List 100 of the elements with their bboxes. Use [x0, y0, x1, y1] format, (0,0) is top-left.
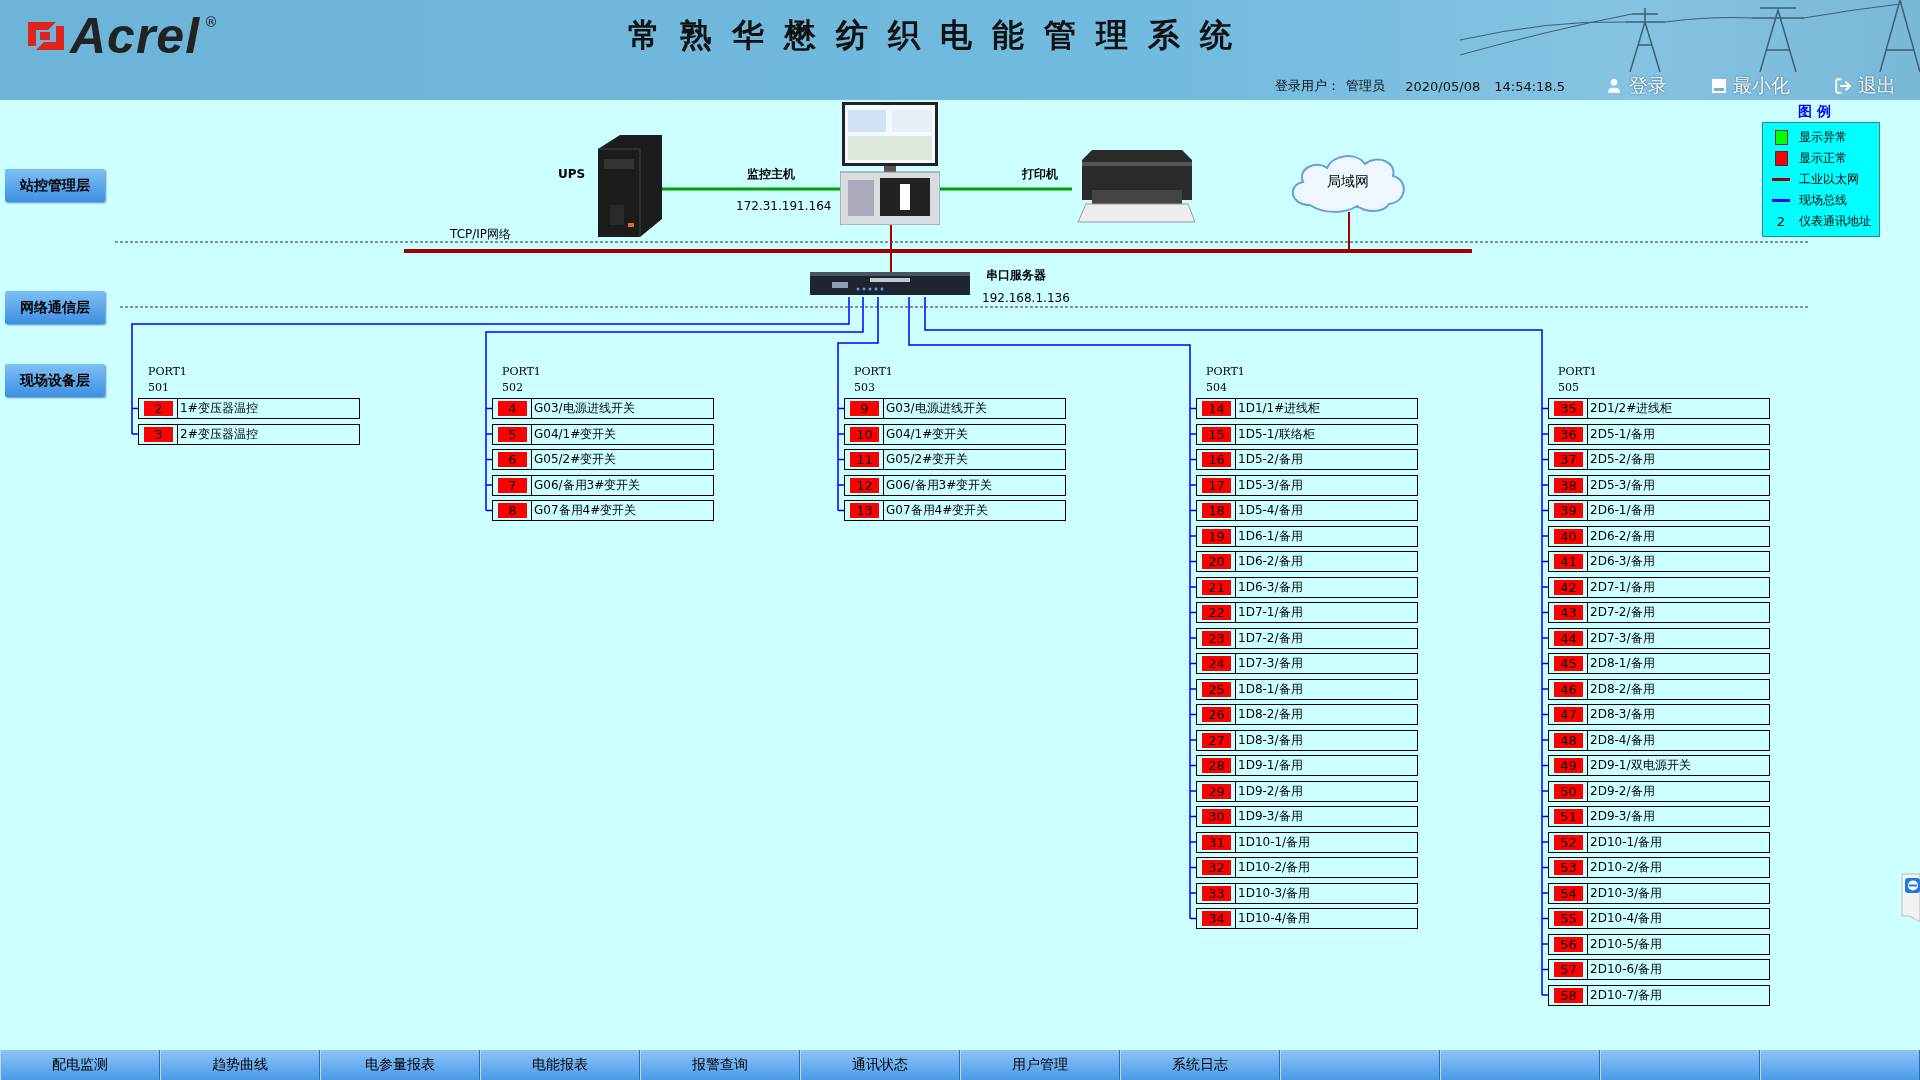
- device-row[interactable]: 6 G05/2#变开关: [492, 449, 714, 470]
- device-name: 1D10-3/备用: [1235, 883, 1311, 903]
- nav-tab[interactable]: 电能报表: [480, 1050, 640, 1080]
- device-row[interactable]: 5 G04/1#变开关: [492, 423, 714, 445]
- device-row[interactable]: 27 1D8-3/备用: [1196, 729, 1418, 751]
- nav-tab[interactable]: 报警查询: [640, 1050, 800, 1080]
- device-row[interactable]: 18 1D5-4/备用: [1196, 500, 1418, 521]
- ups-label: UPS: [558, 167, 586, 181]
- device-address: 4: [498, 401, 527, 416]
- device-row[interactable]: 19 1D6-1/备用: [1196, 525, 1418, 547]
- device-row[interactable]: 49 2D9-1/双电源开关: [1548, 755, 1770, 776]
- device-name: 2D8-3/备用: [1587, 705, 1655, 724]
- device-address: 10: [850, 426, 879, 442]
- device-row[interactable]: 58 2D10-7/备用: [1548, 984, 1770, 1006]
- device-row[interactable]: 12 G06/备用3#变开关: [844, 474, 1066, 496]
- device-row[interactable]: 23 1D7-2/备用: [1196, 627, 1418, 649]
- device-name: G04/1#变开关: [531, 424, 617, 444]
- device-row[interactable]: 51 2D9-3/备用: [1548, 806, 1770, 827]
- device-row[interactable]: 8 G07备用4#变开关: [492, 500, 714, 521]
- device-name: 2D5-2/备用: [1587, 450, 1655, 469]
- device-row[interactable]: 57 2D10-6/备用: [1548, 959, 1770, 980]
- device-name: 1D9-1/备用: [1235, 756, 1303, 775]
- device-row[interactable]: 10 G04/1#变开关: [844, 423, 1066, 445]
- layer-button[interactable]: 网络通信层: [5, 291, 105, 324]
- device-name: G06/备用3#变开关: [883, 475, 993, 495]
- device-row[interactable]: 25 1D8-1/备用: [1196, 678, 1418, 700]
- device-row[interactable]: 44 2D7-3/备用: [1548, 627, 1770, 649]
- device-row[interactable]: 40 2D6-2/备用: [1548, 525, 1770, 547]
- device-address: 17: [1202, 477, 1231, 493]
- device-address: 33: [1202, 885, 1231, 901]
- device-address: 7: [498, 477, 527, 493]
- nav-tab[interactable]: 用户管理: [960, 1050, 1120, 1080]
- device-row[interactable]: 38 2D5-3/备用: [1548, 474, 1770, 496]
- device-row[interactable]: 43 2D7-2/备用: [1548, 602, 1770, 623]
- device-row[interactable]: 47 2D8-3/备用: [1548, 704, 1770, 725]
- device-row[interactable]: 34 1D10-4/备用: [1196, 908, 1418, 929]
- nav-tab[interactable]: 配电监测: [0, 1050, 160, 1080]
- device-name: 1D9-3/备用: [1235, 807, 1303, 826]
- device-row[interactable]: 50 2D9-2/备用: [1548, 780, 1770, 802]
- device-row[interactable]: 7 G06/备用3#变开关: [492, 474, 714, 496]
- device-row[interactable]: 20 1D6-2/备用: [1196, 551, 1418, 572]
- device-row[interactable]: 46 2D8-2/备用: [1548, 678, 1770, 700]
- device-address: 5: [498, 426, 527, 442]
- device-row[interactable]: 29 1D9-2/备用: [1196, 780, 1418, 802]
- device-address: 3: [144, 426, 173, 442]
- device-row[interactable]: 55 2D10-4/备用: [1548, 908, 1770, 929]
- device-row[interactable]: 54 2D10-3/备用: [1548, 882, 1770, 904]
- device-name: 1D8-3/备用: [1235, 730, 1303, 750]
- device-name: 1D7-1/备用: [1235, 603, 1303, 622]
- device-row[interactable]: 32 1D10-2/备用: [1196, 857, 1418, 878]
- device-name: 1D10-1/备用: [1235, 832, 1311, 852]
- device-row[interactable]: 17 1D5-3/备用: [1196, 474, 1418, 496]
- host-ip: 172.31.191.164: [736, 199, 832, 213]
- device-row[interactable]: 28 1D9-1/备用: [1196, 755, 1418, 776]
- layer-button[interactable]: 现场设备层: [5, 364, 105, 397]
- device-address: 54: [1554, 885, 1583, 901]
- nav-tab[interactable]: 趋势曲线: [160, 1050, 320, 1080]
- device-address: 19: [1202, 528, 1231, 544]
- device-row[interactable]: 35 2D1/2#进线柜: [1548, 398, 1770, 419]
- device-row[interactable]: 31 1D10-1/备用: [1196, 831, 1418, 853]
- nav-tab[interactable]: 系统日志: [1120, 1050, 1280, 1080]
- device-row[interactable]: 33 1D10-3/备用: [1196, 882, 1418, 904]
- device-row[interactable]: 39 2D6-1/备用: [1548, 500, 1770, 521]
- device-name: 2D7-1/备用: [1587, 577, 1655, 597]
- device-row[interactable]: 21 1D6-3/备用: [1196, 576, 1418, 598]
- device-address: 40: [1554, 528, 1583, 544]
- device-row[interactable]: 37 2D5-2/备用: [1548, 449, 1770, 470]
- device-row[interactable]: 45 2D8-1/备用: [1548, 653, 1770, 674]
- device-name: 2D6-3/备用: [1587, 552, 1655, 571]
- layer-button[interactable]: 站控管理层: [5, 169, 105, 202]
- device-row[interactable]: 14 1D1/1#进线柜: [1196, 398, 1418, 419]
- device-row[interactable]: 11 G05/2#变开关: [844, 449, 1066, 470]
- device-row[interactable]: 4 G03/电源进线开关: [492, 398, 714, 419]
- device-row[interactable]: 3 2#变压器温控: [138, 423, 360, 445]
- device-row[interactable]: 36 2D5-1/备用: [1548, 423, 1770, 445]
- device-row[interactable]: 24 1D7-3/备用: [1196, 653, 1418, 674]
- device-row[interactable]: 15 1D5-1/联络柜: [1196, 423, 1418, 445]
- device-name: 1D5-1/联络柜: [1235, 424, 1315, 444]
- device-row[interactable]: 52 2D10-1/备用: [1548, 831, 1770, 853]
- device-row[interactable]: 41 2D6-3/备用: [1548, 551, 1770, 572]
- device-row[interactable]: 2 1#变压器温控: [138, 398, 360, 419]
- device-row[interactable]: 56 2D10-5/备用: [1548, 933, 1770, 955]
- device-row[interactable]: 13 G07备用4#变开关: [844, 500, 1066, 521]
- device-name: 1D10-4/备用: [1235, 909, 1311, 928]
- device-address: 52: [1554, 834, 1583, 850]
- device-row[interactable]: 9 G03/电源进线开关: [844, 398, 1066, 419]
- device-row[interactable]: 26 1D8-2/备用: [1196, 704, 1418, 725]
- nav-tab[interactable]: 通讯状态: [800, 1050, 960, 1080]
- device-address: 32: [1202, 860, 1231, 875]
- device-name: 2D10-6/备用: [1587, 960, 1663, 979]
- device-row[interactable]: 30 1D9-3/备用: [1196, 806, 1418, 827]
- device-row[interactable]: 48 2D8-4/备用: [1548, 729, 1770, 751]
- device-address: 37: [1554, 452, 1583, 467]
- device-row[interactable]: 16 1D5-2/备用: [1196, 449, 1418, 470]
- device-row[interactable]: 42 2D7-1/备用: [1548, 576, 1770, 598]
- device-row[interactable]: 22 1D7-1/备用: [1196, 602, 1418, 623]
- device-name: G04/1#变开关: [883, 424, 969, 444]
- device-row[interactable]: 53 2D10-2/备用: [1548, 857, 1770, 878]
- nav-tab[interactable]: 电参量报表: [320, 1050, 480, 1080]
- device-name: 2D10-4/备用: [1587, 909, 1663, 928]
